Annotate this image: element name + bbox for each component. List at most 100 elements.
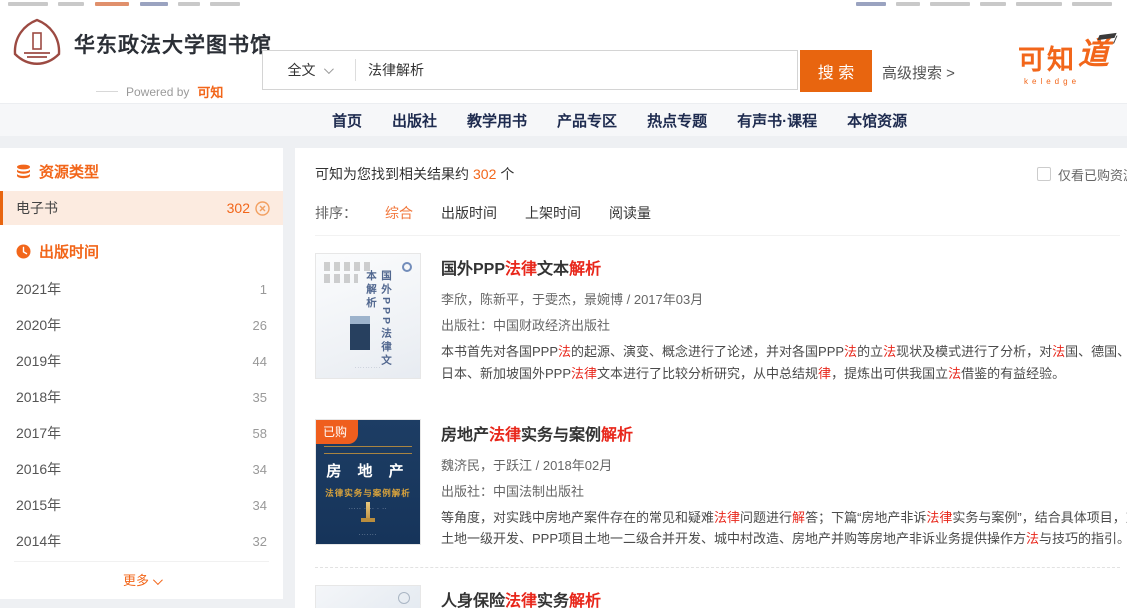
filter-active-ebook[interactable]: 电子书 302 bbox=[0, 191, 283, 225]
topbar-clipped-text bbox=[58, 2, 84, 6]
book-publisher: 出版社：中国法制出版社 bbox=[441, 481, 1127, 500]
only-purchased-checkbox[interactable] bbox=[1037, 167, 1051, 181]
book-result: THE INSURANCE LAW&PRACTICE 人身保险法律实务解析 人身… bbox=[315, 567, 1120, 608]
sort-option[interactable]: 阅读量 bbox=[609, 203, 651, 223]
topbar-clipped-text bbox=[980, 2, 1006, 6]
topbar-clipped-text bbox=[930, 2, 970, 6]
main-nav: 首页 出版社 教学用书 产品专区 热点专题 有声书·课程 本馆资源 bbox=[0, 103, 1127, 136]
book-description: 等角度，对实践中房地产案件存在的常见和疑难法律问题进行解答；下篇“房地产非诉法律… bbox=[441, 507, 1127, 551]
cover-image bbox=[366, 502, 370, 522]
filter-count: 1 bbox=[260, 282, 267, 297]
search-bar: 全文 搜 索 bbox=[262, 50, 798, 90]
pub-time-filter-row[interactable]: 2017年 58 bbox=[0, 415, 283, 451]
keledge-logo-glyph: 道 bbox=[1078, 38, 1109, 69]
sort-option[interactable]: 综合 bbox=[385, 203, 413, 223]
top-utility-bar-clipped bbox=[0, 0, 1127, 10]
filter-count: 58 bbox=[253, 426, 267, 441]
cover-publisher-text: ······· bbox=[316, 532, 420, 538]
pub-time-filter-row[interactable]: 2020年 26 bbox=[0, 307, 283, 343]
book-result: 国外PPP法律文本解析 ·········· 国外PPP法律文本解析 李欣，陈新… bbox=[315, 236, 1127, 402]
cover-decoration bbox=[324, 453, 412, 454]
nav-item[interactable]: 热点专题 bbox=[647, 110, 707, 131]
results-summary-row: 可知为您找到相关结果约302个 仅看已购资源 bbox=[315, 148, 1127, 190]
results-panel: 可知为您找到相关结果约302个 仅看已购资源 排序： 综合 出版时间 上架时间 阅读量… bbox=[295, 148, 1127, 608]
university-emblem-icon bbox=[10, 17, 64, 71]
pub-time-title: 出版时间 bbox=[39, 241, 99, 262]
library-logo: 华东政法大学图书馆 bbox=[10, 17, 272, 71]
pub-time-filter-row[interactable]: 2014年 32 bbox=[0, 523, 283, 559]
nav-item[interactable]: 有声书·课程 bbox=[737, 110, 817, 131]
book-info: 国外PPP法律文本解析 李欣，陈新平，于雯杰，景婉博 / 2017年03月 出版… bbox=[441, 253, 1127, 385]
book-authors: 魏济民，于跃江 / 2018年02月 bbox=[441, 455, 1127, 474]
cover-publisher-text: ·········· bbox=[316, 365, 420, 371]
filter-label: 2016年 bbox=[16, 459, 61, 479]
book-result: 已购 房 地 产 法律实务与案例解析 ····· ···· · ·· ·····… bbox=[315, 402, 1127, 568]
library-name: 华东政法大学图书馆 bbox=[74, 29, 272, 59]
book-title[interactable]: 人身保险法律实务解析 bbox=[441, 587, 1120, 608]
topbar-clipped-text bbox=[896, 2, 920, 6]
cover-image bbox=[350, 316, 370, 350]
filter-label: 2019年 bbox=[16, 351, 61, 371]
content: 资源类型 电子书 302 出版时间 bbox=[0, 136, 1127, 608]
book-cover[interactable]: 国外PPP法律文本解析 ·········· bbox=[315, 253, 421, 379]
pub-time-filter-row[interactable]: 2016年 34 bbox=[0, 451, 283, 487]
cover-logo bbox=[402, 262, 412, 272]
filter-label: 2017年 bbox=[16, 423, 61, 443]
topbar-clipped-text bbox=[8, 2, 48, 6]
nav-item[interactable]: 本馆资源 bbox=[847, 110, 907, 131]
search-button[interactable]: 搜 索 bbox=[800, 50, 872, 92]
book-info: 人身保险法律实务解析 恒安标准人寿保险有限公司法律部 / 2012年02月 出版… bbox=[441, 585, 1120, 608]
filter-label: 2021年 bbox=[16, 279, 61, 299]
search-input[interactable] bbox=[356, 62, 797, 78]
cover-decoration bbox=[324, 446, 412, 447]
cover-logo bbox=[398, 592, 410, 604]
filter-card-main: 资源类型 电子书 302 出版时间 bbox=[0, 148, 283, 599]
search-scope-value: 全文 bbox=[288, 60, 316, 80]
book-cover[interactable]: THE INSURANCE LAW&PRACTICE 人身保险法律实务解析 bbox=[315, 585, 421, 608]
powered-by-text: Powered by bbox=[126, 85, 189, 99]
pub-time-filter-row[interactable]: 2018年 35 bbox=[0, 379, 283, 415]
filter-label: 电子书 bbox=[16, 198, 58, 218]
only-purchased-label: 仅看已购资源 bbox=[1058, 165, 1127, 184]
nav-item[interactable]: 教学用书 bbox=[467, 110, 527, 131]
sort-option[interactable]: 出版时间 bbox=[441, 203, 497, 223]
pub-time-filter-row[interactable]: 2019年 44 bbox=[0, 343, 283, 379]
powered-by: Powered by 可知 bbox=[96, 82, 223, 101]
filter-label: 2015年 bbox=[16, 495, 61, 515]
powered-dash bbox=[96, 91, 118, 92]
search-scope-dropdown[interactable]: 全文 bbox=[263, 51, 355, 89]
resource-type-title: 资源类型 bbox=[39, 161, 99, 182]
topbar-clipped-text bbox=[140, 2, 168, 6]
sort-option[interactable]: 上架时间 bbox=[525, 203, 581, 223]
nav-item[interactable]: 首页 bbox=[332, 110, 362, 131]
powered-brand: 可知 bbox=[197, 82, 223, 101]
cover-subtitle: 法律实务与案例解析 bbox=[316, 487, 420, 499]
topbar-clipped-text bbox=[178, 2, 200, 6]
pub-time-list: 2021年 1 2020年 26 2019年 44 2018年 bbox=[0, 271, 283, 559]
book-title[interactable]: 房地产法律实务与案例解析 bbox=[441, 421, 1127, 445]
nav-item[interactable]: 出版社 bbox=[392, 110, 437, 131]
resource-type-header: 资源类型 bbox=[0, 148, 283, 191]
filter-count: 44 bbox=[253, 354, 267, 369]
remove-filter-icon[interactable] bbox=[255, 201, 270, 216]
cover-decoration bbox=[324, 274, 358, 283]
sort-label: 排序： bbox=[315, 203, 357, 223]
keledge-logo-sub: keledge bbox=[1018, 77, 1109, 86]
filter-sidebar: 资源类型 电子书 302 出版时间 bbox=[0, 148, 283, 608]
book-cover[interactable]: 已购 房 地 产 法律实务与案例解析 ····· ···· · ·· ·····… bbox=[315, 419, 421, 545]
book-info: 房地产法律实务与案例解析 魏济民，于跃江 / 2018年02月 出版社：中国法制… bbox=[441, 419, 1127, 551]
book-title[interactable]: 国外PPP法律文本解析 bbox=[441, 255, 1127, 279]
filter-count: 302 bbox=[227, 200, 250, 216]
topbar-clipped-text bbox=[210, 2, 240, 6]
pub-time-filter-row[interactable]: 2021年 1 bbox=[0, 271, 283, 307]
advanced-search-link[interactable]: 高级搜索 > bbox=[882, 62, 955, 83]
pub-time-filter-row[interactable]: 2015年 34 bbox=[0, 487, 283, 523]
filter-label: 2014年 bbox=[16, 531, 61, 551]
nav-item[interactable]: 产品专区 bbox=[557, 110, 617, 131]
keledge-logo[interactable]: 可知 道 keledge bbox=[1018, 38, 1109, 86]
topbar-clipped-text bbox=[1016, 2, 1062, 6]
filter-count: 32 bbox=[253, 534, 267, 549]
cover-title: 房 地 产 bbox=[316, 460, 420, 481]
more-years-link[interactable]: 更多 bbox=[14, 561, 269, 599]
filter-count: 26 bbox=[253, 318, 267, 333]
